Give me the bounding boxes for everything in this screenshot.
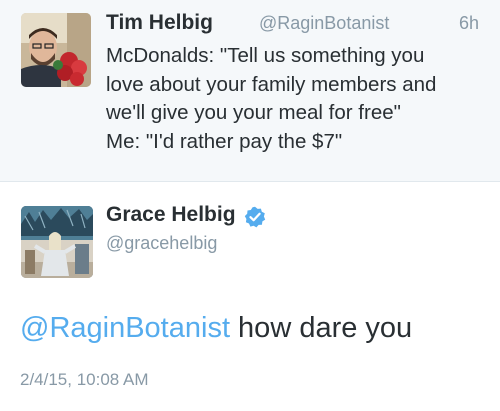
tweet-timestamp: 2/4/15, 10:08 AM [20,370,149,389]
tweet-text-line: we'll give you your meal for free" [106,101,401,124]
tweet-time: 6h [458,13,479,33]
avatar[interactable] [21,13,91,87]
avatar-photo-icon [21,206,93,278]
avatar-photo-icon [21,13,91,87]
tweet-text-line: love about your family members and [106,72,437,96]
avatar[interactable] [21,206,93,278]
author-name[interactable]: Tim Helbig [106,11,213,35]
tweet-text-line: Me: "I'd rather pay the $7" [106,129,343,153]
verified-badge-icon [244,206,266,228]
mention-link[interactable]: @RaginBotanist [20,312,230,344]
author-handle[interactable]: @RaginBotanist [259,13,389,34]
author-handle[interactable]: @gracehelbig [106,233,217,254]
tweet-text-body: how dare you [230,312,413,344]
tweet-detail-screen: Tim Helbig @RaginBotanist 6h McDonalds: … [0,0,500,411]
tweet-text: @RaginBotanist how dare you [20,312,412,345]
author-name[interactable]: Grace Helbig [106,203,236,227]
tweet-text-line: McDonalds: "Tell us something you [106,44,425,67]
tweet-text: McDonalds: "Tell us something you love a… [106,42,486,156]
in-reply-to-tweet[interactable]: Tim Helbig @RaginBotanist 6h McDonalds: … [0,0,500,182]
